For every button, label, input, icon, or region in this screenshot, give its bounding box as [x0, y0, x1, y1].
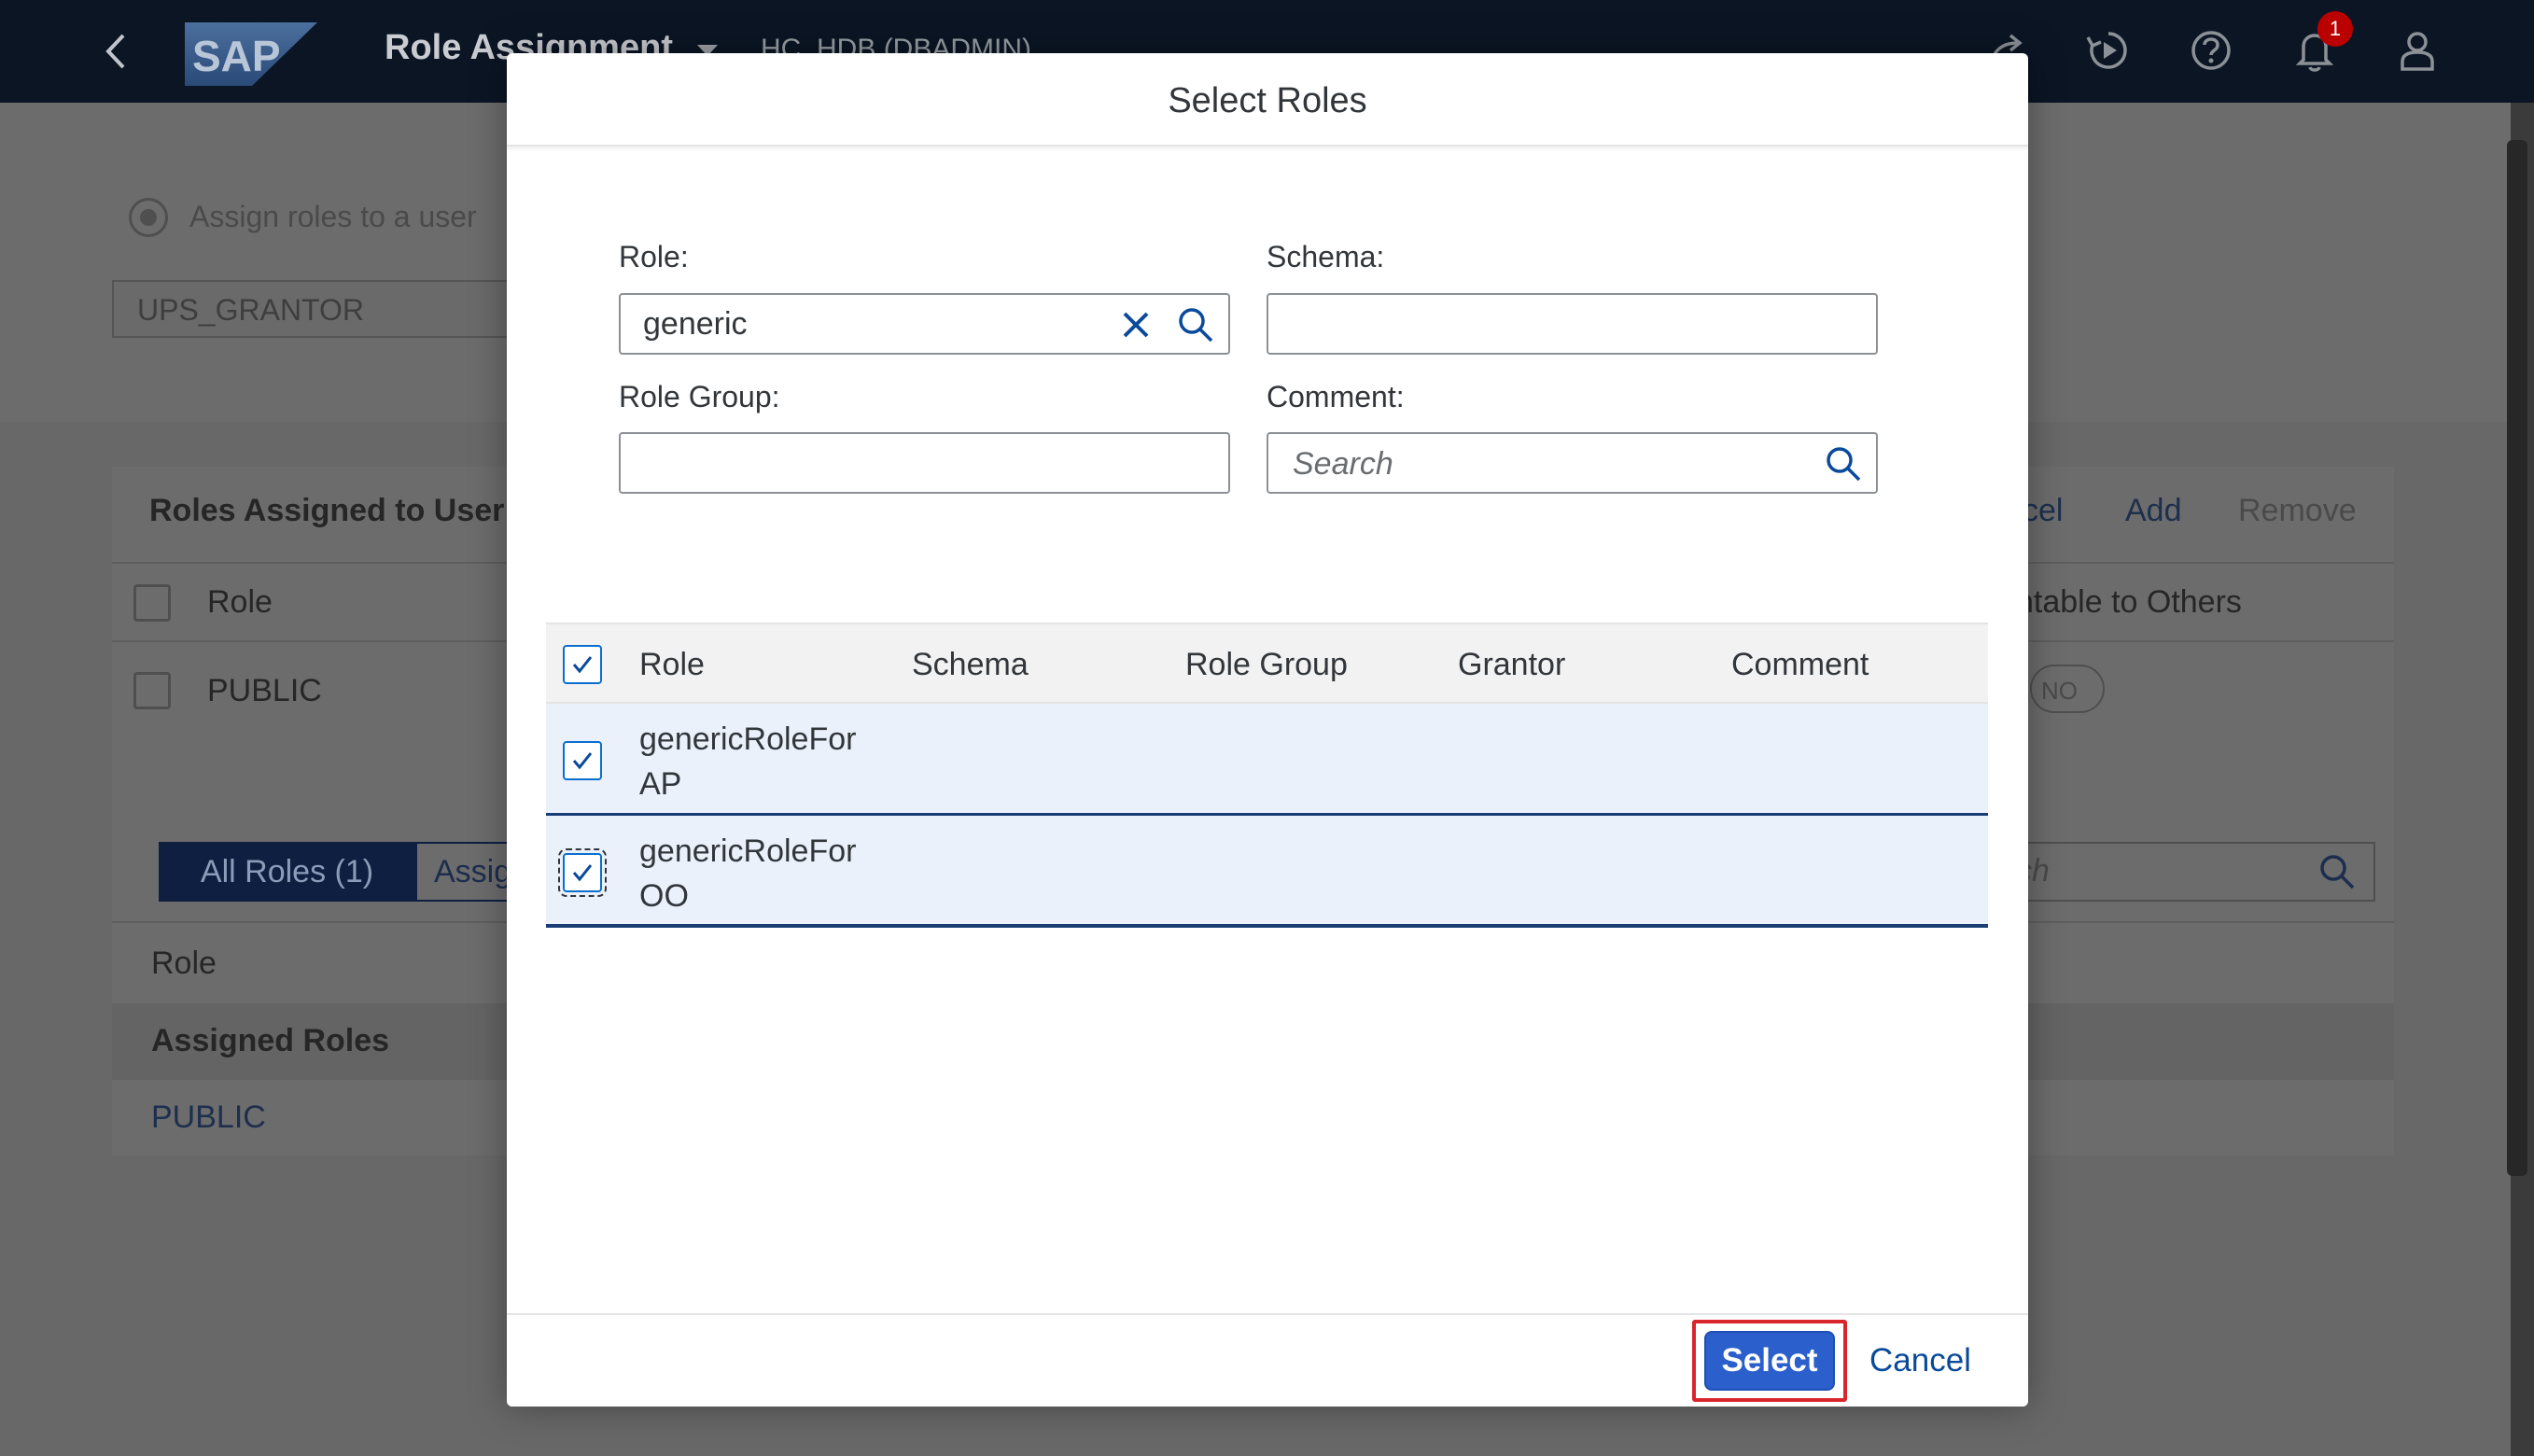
- role-name-cell: genericRoleFor AP: [639, 717, 882, 806]
- role-name-line: genericRoleFor: [639, 833, 857, 869]
- public-role-cell: PUBLIC: [207, 673, 322, 708]
- svg-text:SAP: SAP: [192, 32, 281, 80]
- col-role[interactable]: Role: [639, 647, 705, 683]
- comment-filter-label: Comment:: [1267, 380, 1405, 413]
- table-header-row: Role Schema Role Group Grantor Comment: [546, 623, 1988, 704]
- role-column-header: Role: [207, 584, 273, 620]
- assign-to-user-radio[interactable]: [129, 198, 168, 237]
- role-group-filter-label: Role Group:: [619, 380, 780, 413]
- schema-filter-input[interactable]: [1267, 293, 1878, 355]
- clear-icon[interactable]: [1115, 304, 1156, 345]
- select-all-checkbox[interactable]: [133, 584, 171, 622]
- dialog-title: Select Roles: [1168, 81, 1367, 120]
- search-icon[interactable]: [1823, 443, 1864, 484]
- notification-badge: 1: [2317, 11, 2353, 47]
- help-icon[interactable]: [2187, 26, 2235, 75]
- role-filter-label: Role:: [619, 240, 689, 273]
- col-comment[interactable]: Comment: [1731, 647, 1869, 683]
- select-roles-dialog: Select Roles Role: generic Schema: Role …: [507, 53, 2028, 1407]
- row-checkbox[interactable]: [563, 741, 602, 780]
- search-icon[interactable]: [1175, 304, 1216, 345]
- cancel-action-link[interactable]: cel: [2023, 493, 2063, 529]
- table-row[interactable]: genericRoleFor OO: [546, 816, 1988, 928]
- checkmark-icon: [572, 752, 593, 770]
- remove-role-link[interactable]: Remove: [2238, 493, 2357, 529]
- assign-to-user-label: Assign roles to a user: [189, 200, 477, 233]
- page-scroll-thumb[interactable]: [2507, 140, 2527, 1176]
- role-group-filter-input[interactable]: [619, 432, 1230, 494]
- checkmark-icon: [572, 864, 593, 882]
- role-name-line: genericRoleFor: [639, 721, 857, 757]
- role-filter-value: generic: [643, 306, 748, 342]
- table-row[interactable]: genericRoleFor AP: [546, 704, 1988, 816]
- comment-search-input[interactable]: Search: [1267, 432, 1878, 494]
- row-checkbox[interactable]: [558, 848, 607, 897]
- public-role-link[interactable]: PUBLIC: [151, 1099, 266, 1136]
- add-role-link[interactable]: Add: [2125, 493, 2182, 529]
- group-assigned-roles: Assigned Roles: [151, 1023, 390, 1058]
- dialog-header: Select Roles: [507, 53, 2028, 147]
- sap-logo: SAP: [185, 22, 317, 86]
- select-button[interactable]: Select: [1704, 1331, 1835, 1391]
- role-filter-input[interactable]: generic: [619, 293, 1230, 355]
- comment-search-placeholder: Search: [1293, 446, 1393, 482]
- user-input-value: UPS_GRANTOR: [137, 293, 365, 327]
- back-icon[interactable]: [93, 28, 140, 75]
- dialog-footer: Select Cancel: [507, 1313, 2028, 1407]
- col-role-group[interactable]: Role Group: [1185, 647, 1348, 683]
- tab-all-roles[interactable]: All Roles (1): [159, 842, 415, 902]
- user-profile-icon[interactable]: [2393, 26, 2442, 75]
- assigned-roles-heading: Roles Assigned to User: [149, 493, 505, 528]
- col-grantor[interactable]: Grantor: [1458, 647, 1565, 683]
- role-name-cell: genericRoleFor OO: [639, 829, 882, 918]
- select-all-roles-checkbox[interactable]: [563, 645, 602, 684]
- tab-assigned-roles[interactable]: Assig: [415, 842, 509, 902]
- col-schema[interactable]: Schema: [912, 647, 1029, 683]
- search-icon[interactable]: [2317, 851, 2358, 892]
- public-row-checkbox[interactable]: [133, 672, 171, 709]
- schema-filter-label: Schema:: [1267, 240, 1385, 273]
- checkmark-icon: [572, 656, 593, 674]
- role-name-line: OO: [639, 878, 689, 914]
- role-name-line: AP: [639, 766, 682, 802]
- grantable-toggle-label: NO: [2041, 677, 2078, 705]
- run-icon[interactable]: [2084, 26, 2133, 75]
- list-role-header: Role: [151, 945, 217, 981]
- cancel-button[interactable]: Cancel: [1869, 1331, 1971, 1391]
- grantable-column-header: ntable to Others: [2016, 584, 2242, 620]
